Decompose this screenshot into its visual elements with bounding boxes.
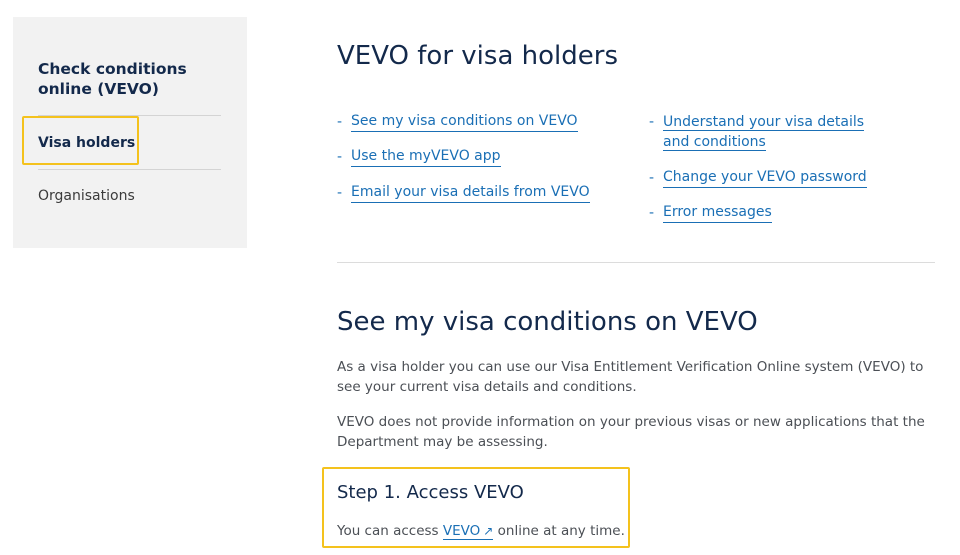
highlight-box-visa-holders <box>22 116 139 165</box>
section-title: See my visa conditions on VEVO <box>337 307 758 337</box>
link-see-visa-conditions[interactable]: See my visa conditions on VEVO <box>351 112 578 132</box>
intro-paragraph: As a visa holder you can use our Visa En… <box>337 359 924 395</box>
link-change-password[interactable]: Change your VEVO password <box>663 168 867 188</box>
note-paragraph: VEVO does not provide information on you… <box>337 414 925 450</box>
section-divider <box>337 262 935 263</box>
link-label: Understand your visa details and conditi… <box>663 114 865 151</box>
link-error-messages[interactable]: Error messages <box>663 203 772 223</box>
link-understand-visa-details[interactable]: Understand your visa details and conditi… <box>663 112 893 152</box>
highlight-box-step1 <box>322 467 630 548</box>
dash-bullet: - <box>649 205 655 221</box>
dash-bullet: - <box>337 149 343 165</box>
page-title: VEVO for visa holders <box>337 41 618 71</box>
sidebar-item-organisations[interactable]: Organisations <box>38 186 135 206</box>
dash-bullet: - <box>337 185 343 201</box>
page: Check conditions online (VEVO) Visa hold… <box>0 0 960 555</box>
link-myvevo-app[interactable]: Use the myVEVO app <box>351 147 501 167</box>
dash-bullet: - <box>649 114 655 130</box>
dash-bullet: - <box>649 170 655 186</box>
sidebar-divider <box>38 169 221 170</box>
dash-bullet: - <box>337 114 343 130</box>
link-email-visa-details[interactable]: Email your visa details from VEVO <box>351 183 590 203</box>
sidebar-title[interactable]: Check conditions online (VEVO) <box>38 59 238 99</box>
